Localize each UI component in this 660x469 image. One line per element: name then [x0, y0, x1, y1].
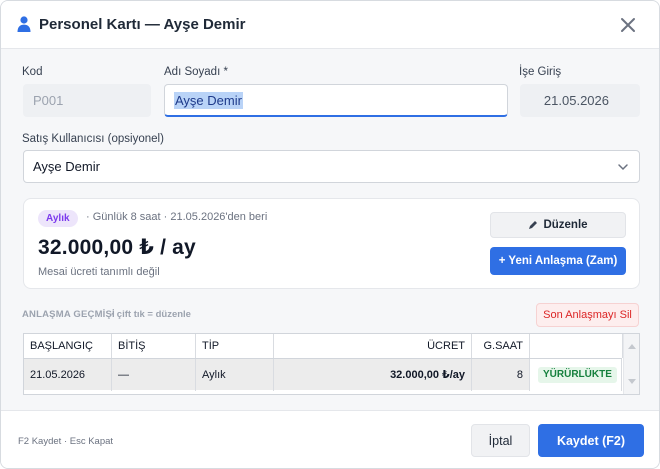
dialog-title: Personel Kartı — Ayşe Demir [39, 16, 246, 33]
overtime-note: Mesai ücreti tanımlı değil [38, 266, 160, 278]
agreement-type-badge: Aylık [38, 210, 78, 227]
status-badge: YÜRÜRLÜKTE [538, 367, 617, 383]
edit-agreement-label: Düzenle [543, 219, 588, 231]
adsoyad-value: Ayşe Demir [174, 91, 243, 109]
satis-select[interactable]: Ayşe Demir [23, 150, 640, 183]
col-tip[interactable]: TİP [196, 334, 274, 358]
row-end: — [112, 359, 196, 391]
adsoyad-label: Adı Soyadı * [164, 66, 228, 78]
shortcut-hint: F2 Kaydet · Esc Kapat [18, 436, 114, 447]
history-table: BAŞLANGIÇ BİTİŞ TİP ÜCRET G.SAAT 21.05.2… [23, 333, 640, 395]
delete-last-agreement-label: Son Anlaşmayı Sil [543, 309, 632, 321]
history-title: ANLAŞMA GEÇMİŞİ [22, 309, 115, 320]
table-scrollbar[interactable] [623, 334, 639, 394]
row-wage: 32.000,00 ₺/ay [274, 359, 472, 391]
new-agreement-button[interactable]: + Yeni Anlaşma (Zam) [490, 247, 626, 275]
dialog-footer: F2 Kaydet · Esc Kapat İptal Kaydet (F2) [1, 410, 659, 468]
row-type: Aylık [196, 359, 274, 391]
cancel-label: İptal [488, 433, 513, 448]
new-agreement-label: + Yeni Anlaşma (Zam) [498, 255, 618, 267]
agreement-amount: 32.000,00 ₺ / ay [38, 236, 196, 259]
col-ucret[interactable]: ÜCRET [274, 334, 472, 358]
adsoyad-input[interactable]: Ayşe Demir [164, 84, 508, 117]
row-hours: 8 [472, 359, 530, 391]
isegiris-value: 21.05.2026 [543, 93, 609, 108]
person-icon [17, 16, 31, 32]
save-label: Kaydet (F2) [556, 433, 626, 448]
col-status[interactable] [530, 334, 623, 358]
edit-agreement-button[interactable]: Düzenle [490, 212, 626, 238]
isegiris-date-input[interactable]: 21.05.2026 [520, 84, 640, 117]
save-button[interactable]: Kaydet (F2) [538, 424, 644, 457]
scroll-down-icon[interactable] [627, 378, 637, 386]
delete-last-agreement-button[interactable]: Son Anlaşmayı Sil [536, 303, 639, 327]
close-icon[interactable] [617, 14, 639, 36]
scroll-up-icon[interactable] [627, 342, 637, 350]
chevron-down-icon [618, 164, 628, 171]
col-gsaat[interactable]: G.SAAT [472, 334, 530, 358]
dialog-header: Personel Kartı — Ayşe Demir [1, 1, 659, 49]
agreement-meta: · Günlük 8 saat · 21.05.2026'den beri [86, 211, 268, 223]
current-agreement-card: Aylık · Günlük 8 saat · 21.05.2026'den b… [23, 198, 640, 289]
satis-label: Satış Kullanıcısı (opsiyonel) [22, 133, 164, 145]
col-bitis[interactable]: BİTİŞ [112, 334, 196, 358]
history-hint: · çift tık = düzenle [111, 309, 191, 320]
dialog-body: Kod P001 Adı Soyadı * Ayşe Demir İşe Gir… [1, 50, 659, 410]
col-baslangic[interactable]: BAŞLANGIÇ [24, 334, 112, 358]
kod-placeholder: P001 [33, 93, 64, 108]
pencil-icon [529, 221, 538, 229]
table-row[interactable]: 21.05.2026 — Aylık 32.000,00 ₺/ay 8 YÜRÜ… [24, 358, 622, 391]
row-start: 21.05.2026 [24, 359, 112, 391]
row-status-cell: YÜRÜRLÜKTE [530, 359, 622, 391]
kod-label: Kod [22, 66, 43, 78]
satis-value: Ayşe Demir [33, 159, 100, 174]
kod-input[interactable]: P001 [23, 84, 151, 117]
cancel-button[interactable]: İptal [471, 424, 530, 457]
personnel-card-dialog: Personel Kartı — Ayşe Demir Kod P001 Adı… [0, 0, 660, 469]
isegiris-label: İşe Giriş [519, 66, 562, 78]
